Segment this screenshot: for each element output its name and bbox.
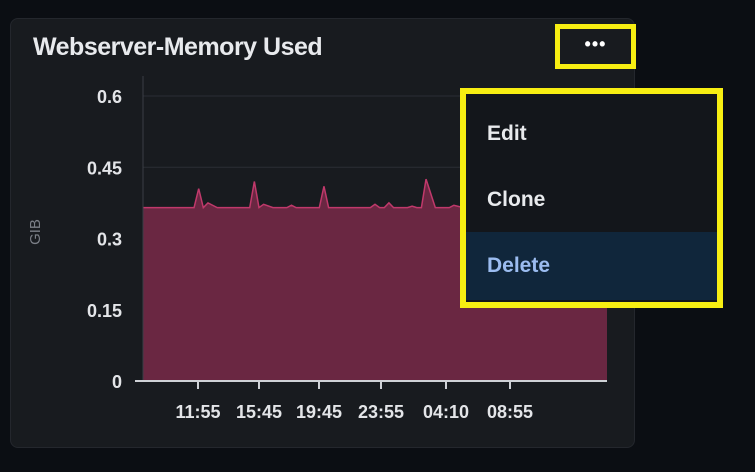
x-tick-label: 23:55 xyxy=(358,402,404,422)
y-tick-label: 0.6 xyxy=(97,87,122,107)
x-tick-label: 08:55 xyxy=(487,402,533,422)
y-axis-label: GIB xyxy=(27,219,44,245)
y-tick-label: 0.45 xyxy=(87,158,122,178)
menu-item-clone[interactable]: Clone xyxy=(466,166,717,234)
x-tick-label: 04:10 xyxy=(423,402,469,422)
menu-item-delete[interactable]: Delete xyxy=(466,232,717,300)
y-tick-label: 0 xyxy=(112,372,122,392)
x-tick-label: 19:45 xyxy=(296,402,342,422)
x-tick-label: 11:55 xyxy=(175,402,220,422)
y-tick-label: 0.3 xyxy=(97,230,122,250)
x-tick-label: 15:45 xyxy=(236,402,282,422)
y-tick-label: 0.15 xyxy=(87,301,122,321)
menu-item-edit[interactable]: Edit xyxy=(466,100,717,168)
panel-context-menu: Edit Clone Delete xyxy=(460,88,723,308)
